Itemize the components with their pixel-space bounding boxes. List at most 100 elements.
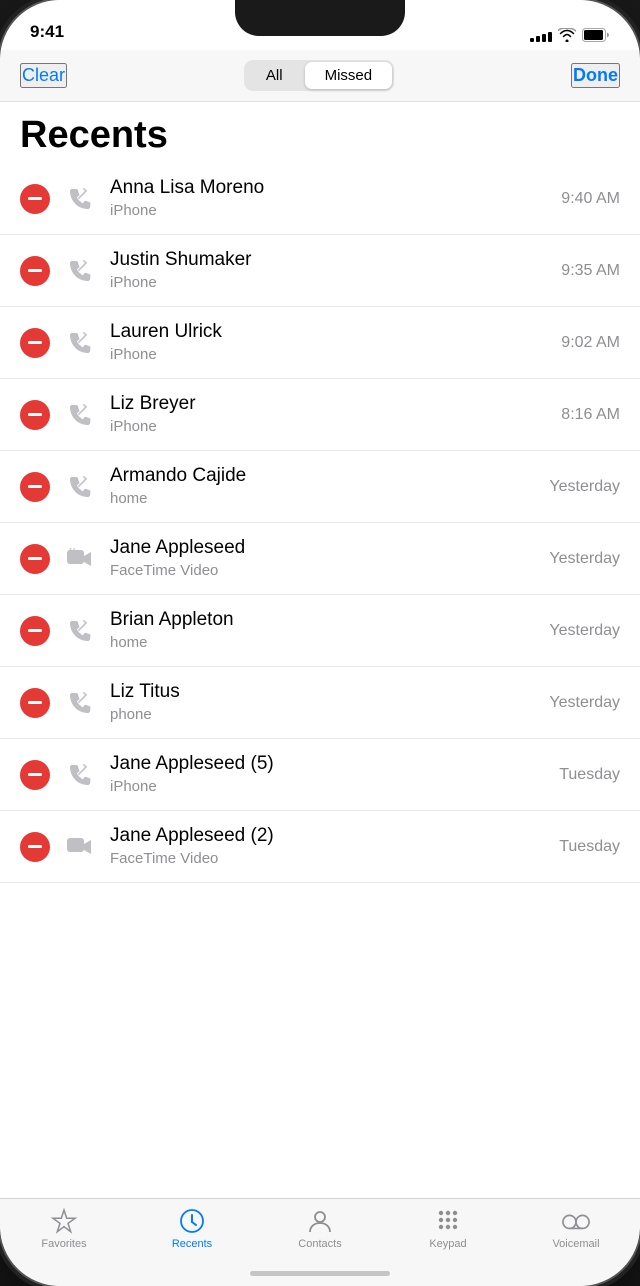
call-name-0: Anna Lisa Moreno bbox=[110, 176, 561, 201]
call-time-9: Tuesday bbox=[559, 838, 620, 856]
done-button[interactable]: Done bbox=[571, 63, 620, 88]
call-item-4[interactable]: Armando Cajide home Yesterday bbox=[0, 451, 640, 523]
call-info-3: Liz Breyer iPhone bbox=[110, 392, 561, 436]
call-info-4: Armando Cajide home bbox=[110, 464, 549, 508]
call-time-8: Tuesday bbox=[559, 766, 620, 784]
tab-keypad[interactable]: Keypad bbox=[384, 1207, 512, 1250]
page-title-area: Recents bbox=[0, 102, 640, 163]
status-icons bbox=[530, 28, 610, 42]
segment-missed[interactable]: Missed bbox=[305, 62, 393, 89]
call-name-6: Brian Appleton bbox=[110, 608, 549, 633]
delete-button-1[interactable] bbox=[20, 256, 50, 286]
notch bbox=[235, 0, 405, 36]
delete-button-5[interactable] bbox=[20, 544, 50, 574]
call-name-4: Armando Cajide bbox=[110, 464, 549, 489]
call-item-7[interactable]: Liz Titus phone Yesterday bbox=[0, 667, 640, 739]
call-icon-2 bbox=[62, 325, 98, 361]
tab-keypad-label: Keypad bbox=[429, 1238, 466, 1250]
call-icon-7 bbox=[62, 685, 98, 721]
call-time-5: Yesterday bbox=[549, 550, 620, 568]
call-list[interactable]: Anna Lisa Moreno iPhone 9:40 AM Justin S… bbox=[0, 163, 640, 1198]
tab-voicemail[interactable]: Voicemail bbox=[512, 1207, 640, 1250]
call-type-2: iPhone bbox=[110, 345, 561, 365]
call-type-7: phone bbox=[110, 705, 549, 725]
call-info-2: Lauren Ulrick iPhone bbox=[110, 320, 561, 364]
signal-bar-4 bbox=[548, 32, 552, 42]
delete-button-7[interactable] bbox=[20, 688, 50, 718]
tab-recents[interactable]: Recents bbox=[128, 1207, 256, 1250]
call-item-0[interactable]: Anna Lisa Moreno iPhone 9:40 AM bbox=[0, 163, 640, 235]
call-time-2: 9:02 AM bbox=[561, 334, 620, 352]
tab-contacts[interactable]: Contacts bbox=[256, 1207, 384, 1250]
call-type-3: iPhone bbox=[110, 417, 561, 437]
signal-icon bbox=[530, 28, 552, 42]
delete-button-0[interactable] bbox=[20, 184, 50, 214]
call-type-8: iPhone bbox=[110, 777, 559, 797]
call-info-6: Brian Appleton home bbox=[110, 608, 549, 652]
call-type-9: FaceTime Video bbox=[110, 849, 559, 869]
call-info-9: Jane Appleseed (2) FaceTime Video bbox=[110, 824, 559, 868]
delete-button-4[interactable] bbox=[20, 472, 50, 502]
call-type-0: iPhone bbox=[110, 201, 561, 221]
clear-button[interactable]: Clear bbox=[20, 63, 67, 88]
tab-favorites-label: Favorites bbox=[41, 1238, 86, 1250]
call-time-6: Yesterday bbox=[549, 622, 620, 640]
call-info-8: Jane Appleseed (5) iPhone bbox=[110, 752, 559, 796]
call-time-0: 9:40 AM bbox=[561, 190, 620, 208]
call-item-9[interactable]: Jane Appleseed (2) FaceTime Video Tuesda… bbox=[0, 811, 640, 883]
call-type-6: home bbox=[110, 633, 549, 653]
delete-button-6[interactable] bbox=[20, 616, 50, 646]
signal-bar-2 bbox=[536, 36, 540, 42]
tab-contacts-label: Contacts bbox=[298, 1238, 341, 1250]
keypad-icon bbox=[434, 1207, 462, 1235]
call-item-2[interactable]: Lauren Ulrick iPhone 9:02 AM bbox=[0, 307, 640, 379]
call-icon-4 bbox=[62, 469, 98, 505]
call-name-5: Jane Appleseed bbox=[110, 536, 549, 561]
person-icon bbox=[306, 1207, 334, 1235]
call-time-3: 8:16 AM bbox=[561, 406, 620, 424]
call-icon-5 bbox=[62, 541, 98, 577]
voicemail-icon bbox=[562, 1207, 590, 1235]
delete-button-8[interactable] bbox=[20, 760, 50, 790]
call-name-2: Lauren Ulrick bbox=[110, 320, 561, 345]
nav-bar: Clear All Missed Done bbox=[0, 50, 640, 102]
tab-recents-label: Recents bbox=[172, 1238, 212, 1250]
call-icon-3 bbox=[62, 397, 98, 433]
call-time-4: Yesterday bbox=[549, 478, 620, 496]
call-item-5[interactable]: Jane Appleseed FaceTime Video Yesterday bbox=[0, 523, 640, 595]
call-name-1: Justin Shumaker bbox=[110, 248, 561, 273]
delete-button-3[interactable] bbox=[20, 400, 50, 430]
star-icon bbox=[50, 1207, 78, 1235]
call-item-1[interactable]: Justin Shumaker iPhone 9:35 AM bbox=[0, 235, 640, 307]
status-time: 9:41 bbox=[30, 22, 64, 42]
battery-icon bbox=[582, 28, 610, 42]
call-item-3[interactable]: Liz Breyer iPhone 8:16 AM bbox=[0, 379, 640, 451]
delete-button-2[interactable] bbox=[20, 328, 50, 358]
tab-favorites[interactable]: Favorites bbox=[0, 1207, 128, 1250]
segmented-control: All Missed bbox=[244, 60, 394, 91]
call-type-4: home bbox=[110, 489, 549, 509]
signal-bar-3 bbox=[542, 34, 546, 42]
call-icon-1 bbox=[62, 253, 98, 289]
call-icon-6 bbox=[62, 613, 98, 649]
call-icon-8 bbox=[62, 757, 98, 793]
phone-frame: 9:41 bbox=[0, 0, 640, 1286]
call-item-6[interactable]: Brian Appleton home Yesterday bbox=[0, 595, 640, 667]
call-time-1: 9:35 AM bbox=[561, 262, 620, 280]
call-info-7: Liz Titus phone bbox=[110, 680, 549, 724]
call-name-7: Liz Titus bbox=[110, 680, 549, 705]
call-name-8: Jane Appleseed (5) bbox=[110, 752, 559, 777]
call-info-1: Justin Shumaker iPhone bbox=[110, 248, 561, 292]
delete-button-9[interactable] bbox=[20, 832, 50, 862]
call-info-5: Jane Appleseed FaceTime Video bbox=[110, 536, 549, 580]
call-icon-9 bbox=[62, 829, 98, 865]
call-type-5: FaceTime Video bbox=[110, 561, 549, 581]
wifi-icon bbox=[558, 28, 576, 42]
segment-all[interactable]: All bbox=[246, 62, 303, 89]
signal-bar-1 bbox=[530, 38, 534, 42]
tab-voicemail-label: Voicemail bbox=[552, 1238, 599, 1250]
clock-icon bbox=[178, 1207, 206, 1235]
call-item-8[interactable]: Jane Appleseed (5) iPhone Tuesday bbox=[0, 739, 640, 811]
call-name-9: Jane Appleseed (2) bbox=[110, 824, 559, 849]
call-name-3: Liz Breyer bbox=[110, 392, 561, 417]
